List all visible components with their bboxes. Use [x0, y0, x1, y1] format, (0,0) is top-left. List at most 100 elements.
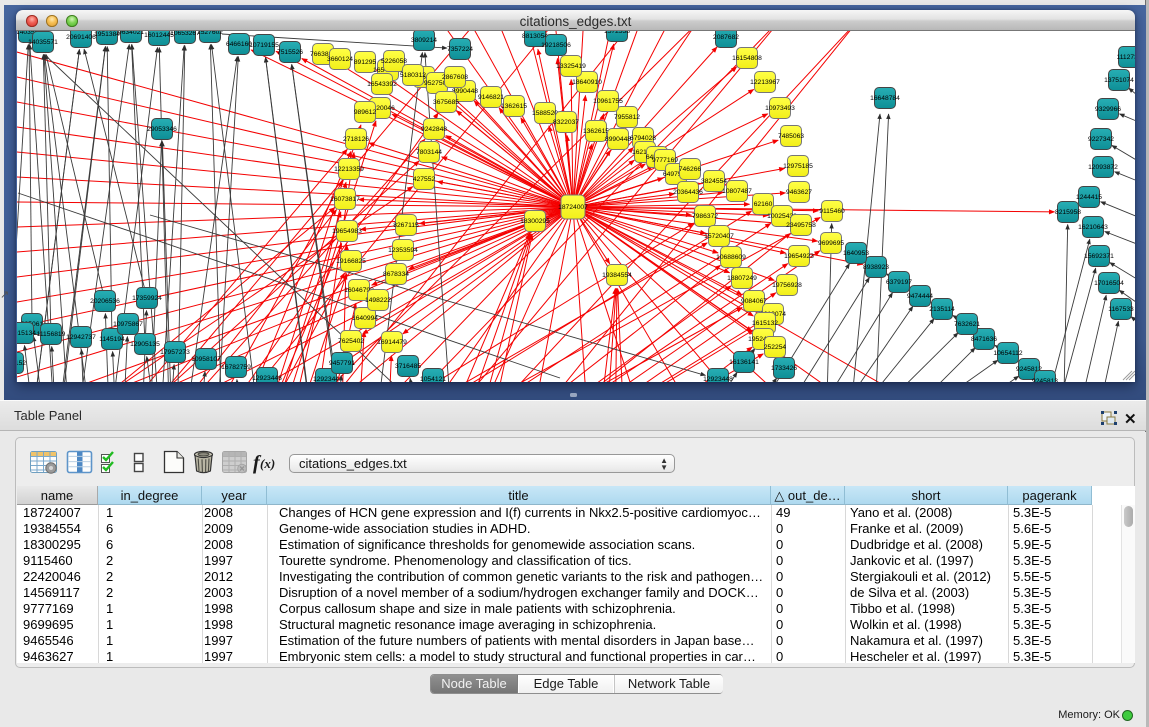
svg-text:1640994: 1640994	[352, 315, 378, 322]
svg-text:9245813: 9245813	[1032, 378, 1058, 382]
svg-text:1362615: 1362615	[583, 128, 609, 135]
svg-text:9115460: 9115460	[819, 208, 845, 215]
svg-text:18807249: 18807249	[727, 275, 757, 282]
svg-text:7632621: 7632621	[954, 321, 980, 328]
svg-text:1733426: 1733426	[771, 365, 797, 372]
svg-text:(x): (x)	[260, 456, 275, 471]
svg-text:8938923: 8938923	[863, 264, 889, 271]
svg-text:1951384: 1951384	[94, 31, 120, 38]
svg-text:19654923: 19654923	[784, 253, 814, 260]
svg-text:2166152: 2166152	[17, 360, 26, 367]
svg-text:8215958: 8215958	[1055, 209, 1081, 216]
svg-text:12213359: 12213359	[334, 166, 364, 173]
svg-text:17957273: 17957273	[160, 349, 190, 356]
svg-text:12923448: 12923448	[703, 376, 733, 382]
svg-text:15692371: 15692371	[1084, 253, 1114, 260]
svg-text:16210643: 16210643	[1078, 224, 1108, 231]
svg-text:9474444: 9474444	[907, 293, 933, 300]
svg-text:9915134: 9915134	[17, 330, 36, 337]
svg-text:7357224: 7357224	[447, 46, 473, 53]
svg-text:19756928: 19756928	[772, 282, 802, 289]
svg-text:9699695: 9699695	[818, 240, 844, 247]
svg-text:989612: 989612	[354, 109, 377, 116]
svg-text:10653267: 10653267	[170, 31, 200, 37]
svg-text:1362615: 1362615	[501, 103, 527, 110]
svg-text:7485063: 7485063	[778, 133, 804, 140]
svg-text:5180312: 5180312	[400, 72, 426, 79]
svg-text:746266: 746266	[679, 166, 702, 173]
svg-text:8267115: 8267115	[393, 222, 419, 229]
svg-text:19218506: 19218506	[541, 42, 571, 49]
svg-text:16073817: 16073817	[330, 196, 360, 203]
svg-text:9634021: 9634021	[118, 31, 144, 36]
svg-text:17016504: 17016504	[1094, 280, 1124, 287]
svg-text:13751074: 13751074	[1104, 77, 1134, 84]
svg-text:3716485: 3716485	[395, 363, 421, 370]
svg-text:23495758: 23495758	[786, 222, 816, 229]
svg-text:10807487: 10807487	[722, 188, 752, 195]
svg-text:17359924: 17359924	[132, 295, 162, 302]
svg-text:12923448: 12923448	[252, 375, 282, 382]
svg-text:3660124: 3660124	[327, 56, 353, 63]
svg-text:10719155: 10719155	[249, 42, 279, 49]
svg-text:1054121: 1054121	[420, 376, 446, 382]
svg-text:1588520: 1588520	[532, 110, 558, 117]
svg-text:1244415: 1244415	[1076, 194, 1102, 201]
svg-text:10961755: 10961755	[593, 98, 623, 105]
svg-text:29053346: 29053346	[147, 126, 177, 133]
svg-text:2867608: 2867608	[442, 74, 468, 81]
svg-text:2087682: 2087682	[713, 34, 739, 41]
svg-text:1572338: 1572338	[604, 31, 630, 35]
svg-text:1292344: 1292344	[313, 376, 339, 382]
svg-text:6379197: 6379197	[886, 279, 912, 286]
svg-text:10973493: 10973493	[765, 105, 795, 112]
svg-text:19166825: 19166825	[336, 258, 366, 265]
svg-text:7515526: 7515526	[277, 49, 303, 56]
svg-text:7803144: 7803144	[416, 149, 442, 156]
svg-text:1112734: 1112734	[1116, 54, 1135, 61]
svg-text:19654983: 19654983	[332, 228, 362, 235]
svg-text:18640910: 18640910	[572, 79, 602, 86]
svg-text:12942737: 12942737	[66, 334, 96, 341]
svg-text:3809214: 3809214	[411, 37, 437, 44]
svg-text:12975185: 12975185	[783, 163, 813, 170]
svg-text:3824554: 3824554	[701, 178, 727, 185]
svg-text:11156819: 11156819	[37, 331, 66, 338]
svg-text:10975867: 10975867	[113, 321, 143, 328]
svg-text:1640953: 1640953	[843, 250, 869, 257]
svg-text:16136141: 16136141	[729, 359, 759, 366]
svg-text:62160: 62160	[754, 201, 773, 208]
svg-text:19384554: 19384554	[602, 272, 632, 279]
svg-text:16543392: 16543392	[367, 81, 397, 88]
svg-text:9463627: 9463627	[786, 189, 812, 196]
svg-text:1498222: 1498222	[365, 297, 391, 304]
svg-text:16914479: 16914479	[377, 339, 407, 346]
svg-text:1145194: 1145194	[99, 336, 125, 343]
svg-text:20691406: 20691406	[66, 34, 96, 41]
svg-text:15720407: 15720407	[704, 233, 734, 240]
svg-text:9227342: 9227342	[1088, 136, 1114, 143]
svg-text:10958107: 10958107	[191, 356, 221, 363]
svg-text:8471636: 8471636	[971, 336, 997, 343]
svg-text:9146821: 9146821	[478, 94, 504, 101]
svg-text:427552: 427552	[413, 176, 436, 183]
svg-text:8678334: 8678334	[383, 271, 409, 278]
svg-text:9329966: 9329966	[1095, 106, 1121, 113]
svg-text:20206536: 20206536	[90, 298, 120, 305]
svg-text:1527602: 1527602	[197, 31, 223, 36]
svg-text:9457791: 9457791	[329, 360, 355, 367]
svg-text:2718126: 2718126	[343, 136, 369, 143]
svg-text:16154808: 16154808	[732, 55, 762, 62]
svg-text:12093872: 12093872	[1088, 164, 1118, 171]
svg-text:16648784: 16648784	[870, 95, 900, 102]
svg-text:20364436: 20364436	[673, 189, 703, 196]
svg-text:3675685: 3675685	[433, 99, 459, 106]
svg-text:8990448: 8990448	[605, 136, 631, 143]
svg-text:12353594: 12353594	[388, 247, 418, 254]
svg-text:7986372: 7986372	[692, 213, 718, 220]
svg-text:8322037: 8322037	[553, 119, 579, 126]
svg-text:252254: 252254	[764, 344, 787, 351]
svg-text:12905135: 12905135	[130, 341, 160, 348]
svg-text:7625402: 7625402	[338, 338, 364, 345]
svg-text:1615132: 1615132	[752, 320, 778, 327]
